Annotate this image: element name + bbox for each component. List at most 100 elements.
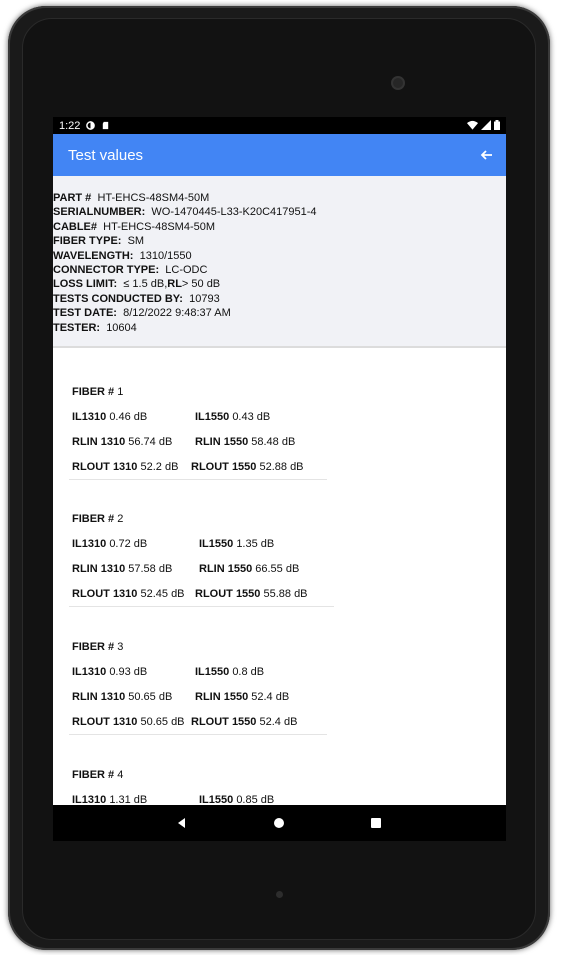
info-key: PART #: [53, 192, 92, 204]
front-camera: [391, 76, 405, 90]
info-key: RL: [167, 278, 182, 291]
measurement-value: 50.65 dB: [128, 691, 173, 703]
back-triangle-icon[interactable]: [174, 815, 190, 831]
info-row: CONNECTOR TYPE: LC-ODC: [53, 263, 317, 277]
measurement-il1310: IL1310 1.31 dB: [72, 793, 147, 805]
status-right-icons: [467, 120, 500, 130]
measurement-label: RLOUT 1310: [72, 588, 138, 600]
fiber-card[interactable]: FIBER # 1 IL1310 0.46 dB IL1550 0.43 dB RLI…: [72, 385, 332, 473]
info-key: FIBER TYPE:: [53, 235, 122, 248]
signal-icon: [481, 120, 491, 130]
measurement-value: 52.2 dB: [140, 461, 179, 473]
info-key: SERIALNUMBER:: [53, 206, 146, 219]
info-value: 1310/1550: [139, 249, 192, 262]
measurement-il1310: IL1310 0.72 dB: [72, 537, 147, 551]
measurement-label: IL1310: [72, 538, 107, 550]
measurement-label: RLOUT 1550: [191, 716, 257, 728]
measurement-rlout1310: RLOUT 1310 50.65 dB: [72, 715, 185, 729]
bezel-sensor: [276, 891, 283, 898]
measurement-value: 55.88 dB: [263, 588, 308, 600]
measurement-label: RLIN 1550: [195, 691, 249, 703]
measurement-value: 52.45 dB: [140, 588, 185, 600]
measurement-label: RLOUT 1550: [191, 461, 257, 473]
navigation-bar: [53, 805, 506, 841]
info-row: TEST DATE: 8/12/2022 9:48:37 AM: [53, 306, 317, 320]
recents-square-icon[interactable]: [368, 815, 384, 831]
measurement-label: IL1310: [72, 666, 107, 678]
measurement-label: RLIN 1550: [199, 563, 253, 575]
info-value: 10793: [189, 292, 220, 305]
measurement-label: IL1310: [72, 794, 107, 805]
info-key: WAVELENGTH:: [53, 249, 134, 262]
info-row: SERIALNUMBER: WO-1470445-L33-K20C417951-…: [53, 205, 317, 219]
fiber-number: 2: [117, 513, 124, 525]
info-row: FIBER TYPE: SM: [53, 234, 317, 248]
arrow-left-icon[interactable]: [478, 146, 496, 164]
fiber-list[interactable]: FIBER # 1 IL1310 0.46 dB IL1550 0.43 dB RLI…: [53, 348, 506, 805]
info-value: LC-ODC: [165, 263, 208, 276]
measurement-rlin1550: RLIN 1550 58.48 dB: [195, 435, 295, 449]
measurement-rlin1310: RLIN 1310 56.74 dB: [72, 435, 172, 449]
info-value: SM: [127, 235, 145, 248]
info-row: LOSS LIMIT: ≤ 1.5 dB,RL> 50 dB: [53, 277, 317, 291]
page-title: Test values: [68, 146, 144, 164]
measurement-value: 52.4 dB: [259, 716, 298, 728]
info-value: 10604: [106, 321, 137, 334]
measurement-rlout1310: RLOUT 1310 52.45 dB: [72, 587, 185, 601]
measurement-rlin1310: RLIN 1310 57.58 dB: [72, 562, 172, 576]
measurement-value: 0.93 dB: [109, 666, 148, 678]
fiber-card[interactable]: FIBER # 4 IL1310 1.31 dB IL1550 0.85 dB: [72, 768, 332, 805]
measurement-value: 1.35 dB: [236, 538, 275, 550]
measurement-il1310: IL1310 0.46 dB: [72, 410, 147, 424]
measurement-il1550: IL1550 0.43 dB: [195, 410, 270, 424]
measurement-il1550: IL1550 1.35 dB: [199, 537, 274, 551]
app-bar: Test values: [53, 134, 506, 176]
fiber-label: FIBER #: [72, 641, 115, 653]
divider: [69, 734, 327, 735]
measurement-label: IL1550: [199, 538, 234, 550]
measurement-rlin1550: RLIN 1550 66.55 dB: [199, 562, 299, 576]
fiber-card[interactable]: FIBER # 3 IL1310 0.93 dB IL1550 0.8 dB RLIN…: [72, 640, 332, 728]
status-bar: 1:22: [53, 117, 506, 134]
fiber-label: FIBER #: [72, 386, 115, 398]
info-row: TESTER: 10604: [53, 321, 317, 335]
battery-icon: [494, 120, 500, 130]
measurement-rlin1550: RLIN 1550 52.4 dB: [195, 690, 289, 704]
measurement-value: 58.48 dB: [251, 436, 296, 448]
measurement-il1550: IL1550 0.8 dB: [195, 665, 264, 679]
info-key: TEST DATE:: [53, 307, 117, 320]
measurement-value: 52.88 dB: [259, 461, 304, 473]
cable-info-panel: PART # HT-EHCS-48SM4-50M SERIALNUMBER: WO…: [53, 176, 506, 348]
measurement-rlin1310: RLIN 1310 50.65 dB: [72, 690, 172, 704]
measurement-label: IL1550: [199, 794, 234, 805]
home-circle-icon[interactable]: [271, 815, 287, 831]
measurement-value: 66.55 dB: [255, 563, 300, 575]
info-key: CONNECTOR TYPE:: [53, 263, 160, 276]
fiber-number: 3: [117, 641, 124, 653]
measurement-value: 52.4 dB: [251, 691, 290, 703]
info-value: > 50 dB: [181, 278, 221, 291]
measurement-label: RLOUT 1550: [195, 588, 261, 600]
measurement-label: IL1310: [72, 411, 107, 423]
measurement-rlout1550: RLOUT 1550 55.88 dB: [195, 587, 308, 601]
measurement-il1310: IL1310 0.93 dB: [72, 665, 147, 679]
measurement-label: RLIN 1550: [195, 436, 249, 448]
measurement-value: 1.31 dB: [109, 794, 148, 805]
divider: [69, 479, 327, 480]
fiber-header: FIBER # 1: [72, 385, 332, 399]
measurement-label: RLIN 1310: [72, 436, 126, 448]
measurement-label: IL1550: [195, 411, 230, 423]
fiber-card[interactable]: FIBER # 2 IL1310 0.72 dB IL1550 1.35 dB RLI…: [72, 512, 332, 600]
info-key: TESTS CONDUCTED BY:: [53, 292, 183, 305]
measurement-value: 56.74 dB: [128, 436, 173, 448]
status-time: 1:22: [59, 119, 81, 132]
screen: 1:22 Test values PART # HT-EHCS-48SM4-50…: [53, 117, 506, 841]
info-value: HT-EHCS-48SM4-50M: [103, 220, 215, 233]
measurement-label: RLIN 1310: [72, 691, 126, 703]
info-row: TESTS CONDUCTED BY: 10793: [53, 292, 317, 306]
measurement-rlout1550: RLOUT 1550 52.4 dB: [191, 715, 297, 729]
measurement-value: 0.46 dB: [109, 411, 148, 423]
wifi-icon: [467, 120, 478, 130]
measurement-value: 0.8 dB: [232, 666, 265, 678]
fiber-label: FIBER #: [72, 513, 115, 525]
